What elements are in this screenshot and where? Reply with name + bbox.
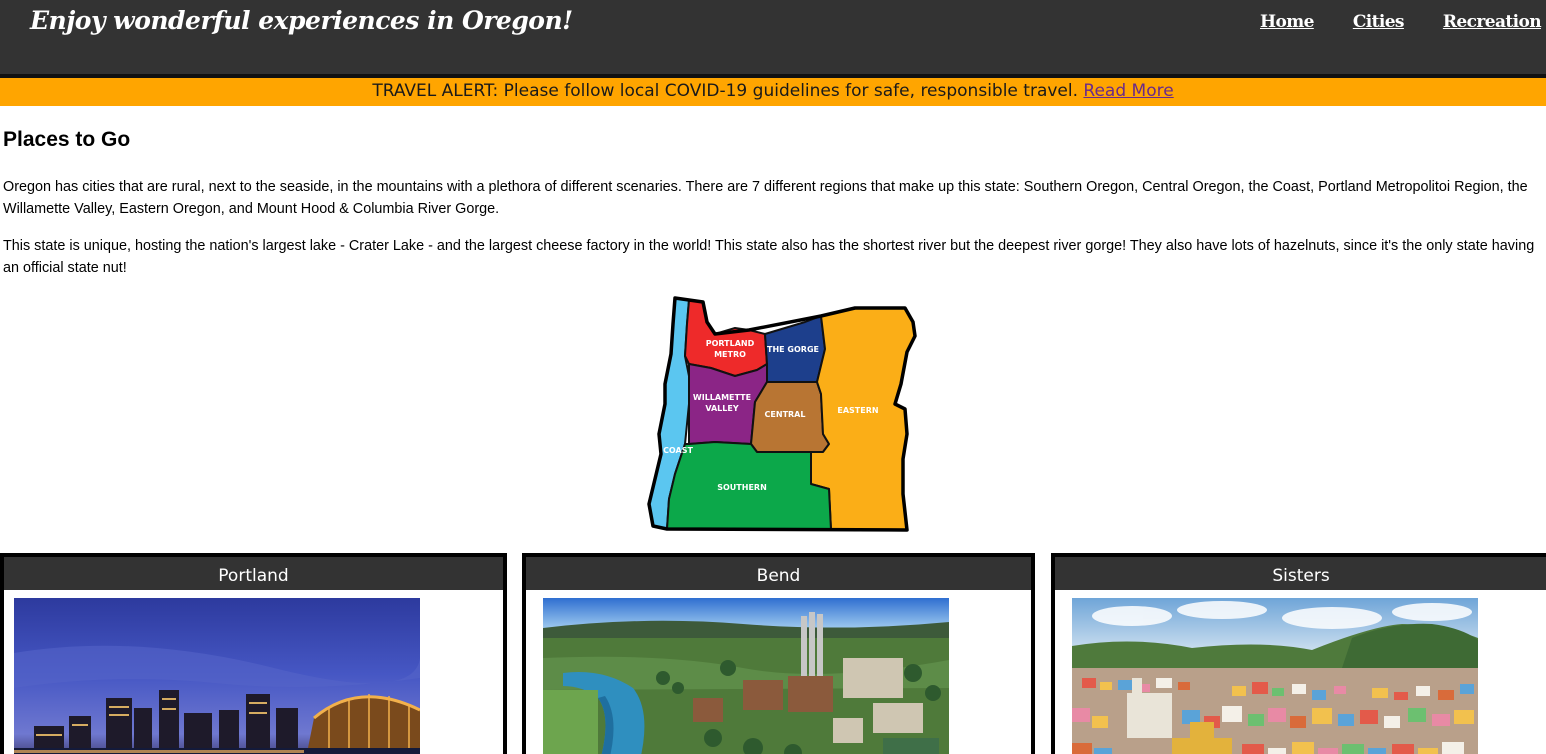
- main-nav: Home Cities Recreation: [1221, 12, 1542, 32]
- site-header: Enjoy wonderful experiences in Oregon! H…: [0, 0, 1546, 74]
- map-label-the-gorge: THE GORGE: [767, 345, 819, 354]
- facts-paragraph: This state is unique, hosting the nation…: [3, 238, 1535, 276]
- city-card-title: Portland: [4, 557, 503, 590]
- map-label-southern: SOUTHERN: [717, 483, 767, 492]
- city-card-bend[interactable]: Bend: [522, 553, 1035, 754]
- nav-link-cities[interactable]: Cities: [1353, 12, 1405, 32]
- city-card-title: Sisters: [1055, 557, 1546, 590]
- map-label-eastern: EASTERN: [837, 406, 878, 415]
- oregon-map-svg: PORTLAND METRO THE GORGE WILLAMETTE VALLEY…: [647, 296, 917, 532]
- travel-alert-text: TRAVEL ALERT: Please follow local COVID-…: [372, 81, 1079, 101]
- page-title: Places to Go: [3, 128, 131, 151]
- nav-link-recreation[interactable]: Recreation: [1443, 12, 1542, 32]
- oregon-regions-map: PORTLAND METRO THE GORGE WILLAMETTE VALLEY…: [645, 294, 920, 534]
- city-card-title: Bend: [526, 557, 1031, 590]
- city-card-sisters[interactable]: Sisters: [1051, 553, 1546, 754]
- map-label-coast: COAST: [663, 446, 693, 455]
- map-label-central: CENTRAL: [765, 410, 806, 419]
- portland-skyline-image[interactable]: [14, 598, 420, 754]
- intro-paragraph: Oregon has cities that are rural, next t…: [3, 179, 1528, 217]
- read-more-link[interactable]: Read More: [1083, 81, 1173, 101]
- site-title: Enjoy wonderful experiences in Oregon!: [30, 6, 573, 35]
- travel-alert-banner: TRAVEL ALERT: Please follow local COVID-…: [0, 78, 1546, 106]
- sisters-town-image[interactable]: [1072, 598, 1478, 754]
- nav-link-home[interactable]: Home: [1260, 12, 1314, 32]
- city-card-portland[interactable]: Portland: [0, 553, 507, 754]
- bend-aerial-image[interactable]: [543, 598, 949, 754]
